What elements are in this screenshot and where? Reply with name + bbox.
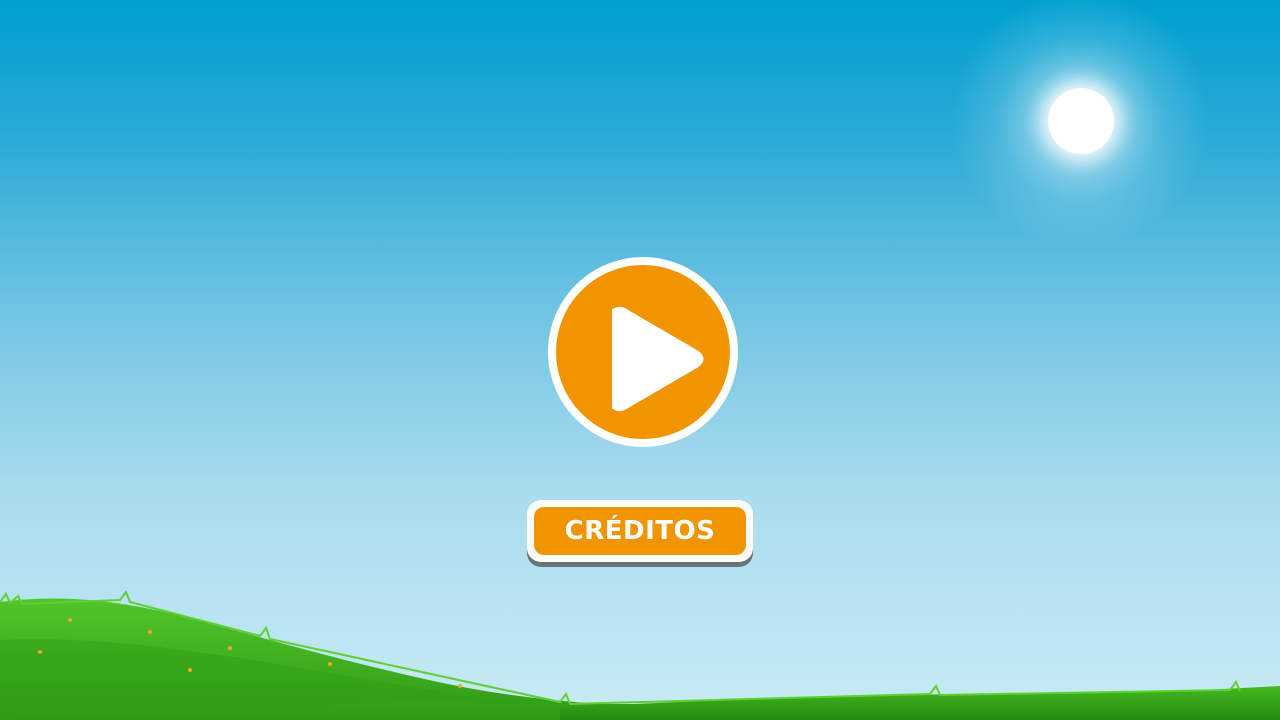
game-scene: CRÉDITOS <box>0 0 1280 720</box>
play-icon <box>612 306 704 412</box>
grass-hills <box>0 589 1280 720</box>
play-button-face <box>556 265 730 439</box>
credits-button-face: CRÉDITOS <box>534 507 746 555</box>
credits-button[interactable]: CRÉDITOS <box>527 500 753 562</box>
credits-label: CRÉDITOS <box>564 516 716 546</box>
sun-icon <box>1048 88 1114 154</box>
play-button[interactable] <box>548 257 738 447</box>
